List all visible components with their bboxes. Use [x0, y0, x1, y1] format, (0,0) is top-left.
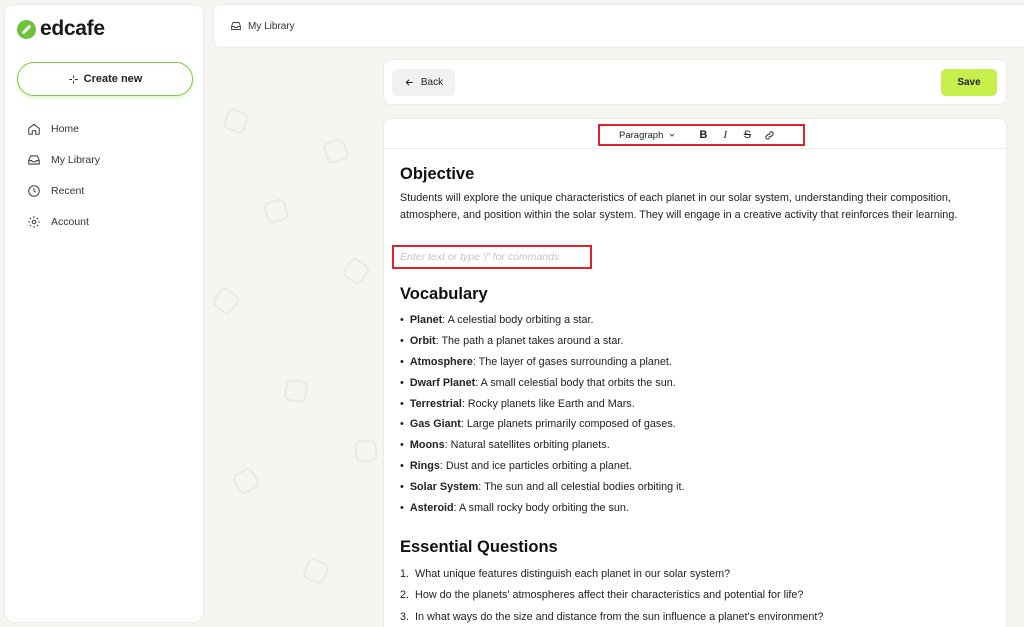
block-type-label: Paragraph	[619, 129, 664, 141]
create-new-button[interactable]: Create new	[17, 62, 193, 96]
sidebar-nav: Home My Library Recent Account	[27, 113, 100, 237]
list-item: Dwarf Planet: A small celestial body tha…	[400, 372, 685, 393]
list-item: 3. In what ways do the size and distance …	[400, 610, 824, 623]
gear-icon	[28, 215, 40, 228]
list-item: 2. How do the planets' atmospheres affect…	[400, 589, 804, 602]
list-item: Asteroid: A small rocky body orbiting th…	[400, 497, 685, 518]
edcafe-logo[interactable]: edcafe	[17, 17, 105, 41]
home-icon	[28, 123, 40, 135]
action-bar: Back Save	[383, 59, 1007, 105]
italic-button[interactable]: I	[714, 129, 736, 141]
objective-heading: Objective	[400, 165, 475, 183]
list-item: Moons: Natural satellites orbiting plane…	[400, 435, 685, 456]
document-editor: Paragraph B I S Objective Students will …	[383, 118, 1007, 627]
library-icon	[231, 22, 241, 30]
vocabulary-list: Planet: A celestial body orbiting a star…	[400, 310, 685, 518]
strikethrough-button[interactable]: S	[736, 129, 758, 141]
back-label: Back	[420, 77, 444, 88]
logo-icon	[17, 19, 36, 39]
document-content[interactable]: Objective Students will explore the uniq…	[392, 165, 990, 623]
sidebar-item-label: Recent	[51, 184, 85, 197]
block-type-select[interactable]: Paragraph	[619, 130, 676, 141]
list-item: Gas Giant: Large planets primarily compo…	[400, 414, 685, 435]
breadcrumb[interactable]: My Library	[248, 21, 295, 32]
sparkle-icon	[69, 74, 78, 84]
empty-paragraph-input[interactable]: Enter text or type '/' for commands	[392, 245, 592, 269]
chevron-down-icon	[670, 133, 675, 137]
back-button[interactable]: Back	[392, 69, 455, 96]
bold-button[interactable]: B	[692, 129, 714, 141]
sidebar-item-recent[interactable]: Recent	[27, 175, 100, 206]
logo-text: edcafe	[40, 17, 105, 40]
arrow-left-icon	[405, 79, 413, 86]
sidebar-item-label: Account	[51, 215, 89, 228]
list-item: Terrestrial: Rocky planets like Earth an…	[400, 393, 685, 414]
sidebar-item-home[interactable]: Home	[27, 113, 100, 144]
sidebar: edcafe Create new Home My Library Recent	[4, 4, 204, 623]
sidebar-item-my-library[interactable]: My Library	[27, 144, 100, 175]
list-item: 1. What unique features distinguish each …	[400, 567, 731, 580]
formatting-toolbar: Paragraph B I S	[598, 124, 805, 146]
sidebar-item-label: Home	[51, 122, 80, 135]
top-header: My Library	[213, 4, 1024, 48]
list-item: Orbit: The path a planet takes around a …	[400, 331, 685, 352]
essential-questions-list: 1. What unique features distinguish each …	[400, 563, 823, 627]
objective-paragraph: Students will explore the unique charact…	[400, 192, 958, 221]
create-new-label: Create new	[83, 73, 143, 85]
save-button[interactable]: Save	[941, 69, 997, 96]
vocabulary-heading: Vocabulary	[400, 285, 488, 303]
list-item: Rings: Dust and ice particles orbiting a…	[400, 456, 685, 477]
list-item: Planet: A celestial body orbiting a star…	[400, 310, 685, 331]
link-button[interactable]	[758, 130, 780, 141]
toolbar-row: Paragraph B I S	[384, 119, 1006, 149]
library-icon	[28, 154, 40, 165]
sidebar-item-account[interactable]: Account	[27, 206, 100, 237]
list-item: Atmosphere: The layer of gases surroundi…	[400, 352, 685, 373]
link-icon	[765, 130, 774, 140]
clock-icon	[28, 184, 40, 197]
list-item: Solar System: The sun and all celestial …	[400, 476, 685, 497]
essential-questions-heading: Essential Questions	[400, 538, 558, 556]
sidebar-item-label: My Library	[51, 153, 101, 166]
